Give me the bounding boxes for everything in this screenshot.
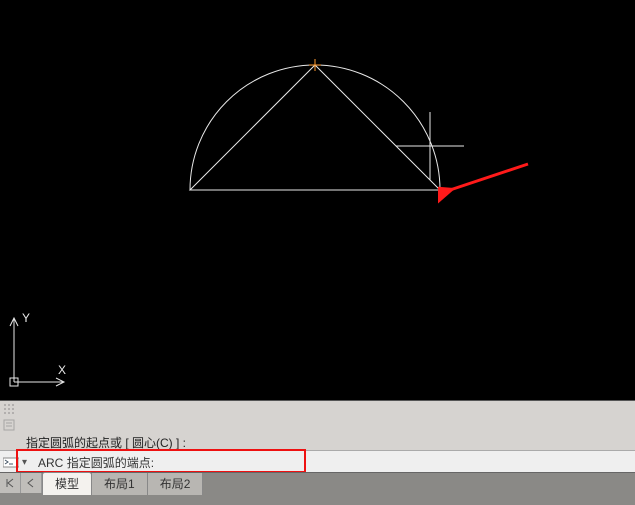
- ucs-icon: X Y: [8, 308, 72, 388]
- command-panel: 指定圆弧的起点或 [ 圆心(C) ] : 指定圆弧的第二个点或 [ 圆心(C)/…: [0, 400, 635, 473]
- ucs-x-label: X: [58, 363, 66, 377]
- panel-options-icon[interactable]: [0, 417, 18, 433]
- tab-scroll-start-icon[interactable]: [0, 473, 21, 493]
- panel-grip-icon[interactable]: [0, 401, 18, 417]
- drawing-vector: [0, 0, 635, 400]
- tab-label: 布局1: [104, 477, 135, 491]
- tab-label: 模型: [55, 477, 79, 491]
- annotation-arrow: [438, 158, 538, 204]
- tab-model[interactable]: 模型: [42, 472, 92, 495]
- tab-scroll-prev-icon[interactable]: [21, 473, 42, 493]
- tab-layout2[interactable]: 布局2: [148, 473, 204, 495]
- drawing-canvas[interactable]: X Y: [0, 0, 635, 400]
- tab-label: 布局2: [160, 477, 191, 491]
- layout-tabs-bar: 模型 布局1 布局2: [0, 472, 635, 505]
- tab-layout1[interactable]: 布局1: [92, 473, 148, 495]
- ucs-y-label: Y: [22, 311, 30, 325]
- annotation-highlight-box: [16, 449, 306, 473]
